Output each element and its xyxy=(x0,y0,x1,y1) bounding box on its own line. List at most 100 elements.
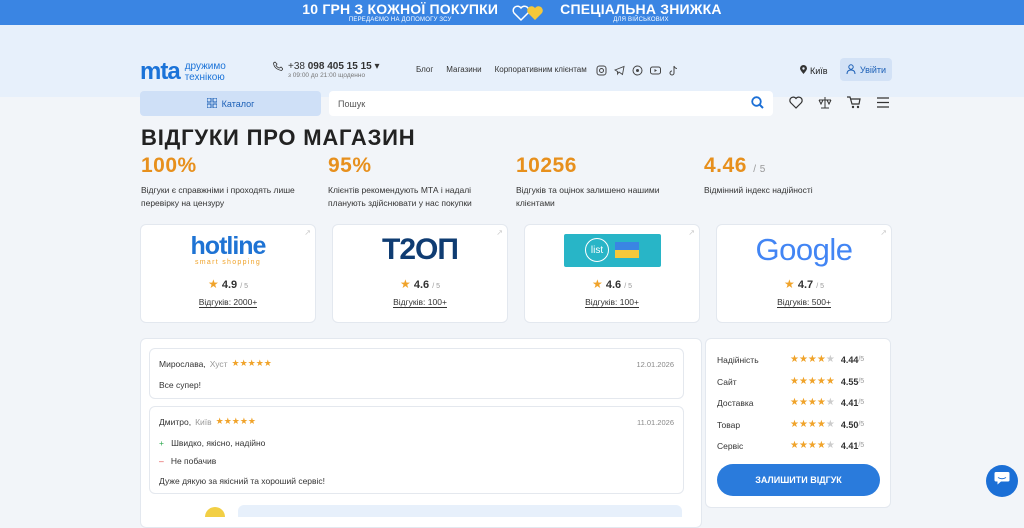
login-label: Увійти xyxy=(859,64,887,75)
rating-value: 4.7 xyxy=(797,279,814,291)
ukraine-flag-icon xyxy=(615,242,639,258)
telegram-icon[interactable] xyxy=(613,63,625,76)
score-row: Надійність ★★★★★ 4.44/5 xyxy=(717,354,882,365)
city-selector[interactable]: Київ xyxy=(800,65,828,76)
viber-icon[interactable] xyxy=(632,63,643,76)
logo-mark: mta xyxy=(140,58,181,85)
score-max: /5 xyxy=(858,421,865,428)
review-stars: ★★★★★ xyxy=(231,358,272,368)
promo-right-title: СПЕЦІАЛЬНА ЗНИЖКА xyxy=(560,1,722,17)
reviews-count-link[interactable]: Відгуків: 100+ xyxy=(585,297,639,308)
platform-rating: ★ 4.6 / 5 xyxy=(525,277,699,291)
social-links xyxy=(596,63,679,76)
platform-rating: ★ 4.7 / 5 xyxy=(717,277,891,291)
stat-reliability: 4.46 / 5 Відмінний індекс надійності xyxy=(704,154,879,197)
phone-number[interactable]: 098 405 15 15 xyxy=(308,61,372,72)
promo-left: 10 ГРН З КОЖНОЇ ПОКУПКИ ПЕРЕДАЄМО НА ДОП… xyxy=(302,2,498,23)
stat-description: Відмінний індекс надійності xyxy=(704,185,813,195)
review-cons: Не побачив xyxy=(170,456,217,466)
platform-rating: ★ 4.6 / 5 xyxy=(333,277,507,291)
t2op-logo: Т2ОП xyxy=(333,225,507,275)
score-stars: ★★★★★ xyxy=(790,354,835,365)
score-stars: ★★★★★ xyxy=(790,419,835,430)
review-text: Дуже дякую за якісний та хороший сервіс! xyxy=(159,476,326,486)
score-value: 4.41 xyxy=(840,397,859,408)
score-value: 4.55 xyxy=(840,376,859,387)
page-title: ВІДГУКИ ПРО МАГАЗИН xyxy=(141,125,416,150)
platform-card-t2op[interactable]: ↗ Т2ОП ★ 4.6 / 5 Відгуків: 100+ xyxy=(332,224,508,323)
rating-max: / 5 xyxy=(432,283,440,290)
search-icon[interactable] xyxy=(751,96,764,111)
score-row: Товар ★★★★★ 4.50/5 xyxy=(717,419,882,430)
score-value: 4.50 xyxy=(840,419,859,430)
review-author: Мирослава, xyxy=(159,358,206,369)
score-stars: ★★★★★ xyxy=(790,376,835,387)
search-input[interactable]: Пошук xyxy=(329,91,773,116)
score-max: /5 xyxy=(858,356,865,363)
nav-corporate[interactable]: Корпоративним клієнтам xyxy=(495,65,587,74)
promo-left-subtitle: ПЕРЕДАЄМО НА ДОПОМОГУ ЗСУ xyxy=(348,17,452,23)
phone-prefix: +38 xyxy=(288,61,305,72)
chat-button[interactable] xyxy=(986,465,1018,497)
menu-icon[interactable] xyxy=(876,96,892,110)
review-pros: Швидко, якісно, надійно xyxy=(171,438,266,448)
instagram-icon[interactable] xyxy=(596,63,607,76)
grid-icon xyxy=(206,97,218,110)
promo-banner[interactable]: 10 ГРН З КОЖНОЇ ПОКУПКИ ПЕРЕДАЄМО НА ДОП… xyxy=(0,0,1024,25)
reviews-count-link[interactable]: Відгуків: 500+ xyxy=(777,297,831,308)
platform-card-hotline[interactable]: ↗ hotline smart shopping ★ 4.9 / 5 Відгу… xyxy=(140,224,316,323)
stat-authentic: 100% Відгуки є справжніми і проходять ли… xyxy=(141,154,316,210)
working-hours: з 09:00 до 21:00 щоденно xyxy=(288,72,366,79)
score-row: Сайт ★★★★★ 4.55/5 xyxy=(717,376,882,387)
hotline-logo: hotline smart shopping xyxy=(141,225,315,275)
external-link-icon: ↗ xyxy=(496,228,503,237)
review-stars: ★★★★★ xyxy=(215,416,256,426)
star-icon: ★ xyxy=(784,277,795,291)
review-city: Хуст xyxy=(209,358,228,369)
t2op-logo-text: Т2ОП xyxy=(382,233,459,266)
youtube-icon[interactable] xyxy=(650,63,661,75)
stat-description: Клієнтів рекомендують МТА і надалі плану… xyxy=(328,185,472,208)
site-header: mta дружимо технікою +38 098 405 15 15 ▾… xyxy=(0,25,1024,116)
catalog-label: Каталог xyxy=(221,98,255,109)
logo-tagline-1: дружимо xyxy=(184,61,226,72)
scores-panel: Надійність ★★★★★ 4.44/5 Сайт ★★★★★ 4.55/… xyxy=(705,338,891,508)
list-logo-text: list xyxy=(585,238,609,262)
star-icon: ★ xyxy=(400,277,411,291)
top-nav: Блог Магазини Корпоративним клієнтам xyxy=(416,65,587,74)
stat-value: 10256 xyxy=(516,154,577,177)
platform-card-list[interactable]: ↗ list ★ 4.6 / 5 Відгуків: 100+ xyxy=(524,224,700,323)
location-pin-icon xyxy=(800,65,807,76)
tiktok-icon[interactable] xyxy=(668,63,679,76)
logo-tagline: дружимо технікою xyxy=(185,61,226,83)
nav-stores[interactable]: Магазини xyxy=(446,65,481,74)
login-button[interactable]: Увійти xyxy=(840,58,892,81)
compare-icon[interactable] xyxy=(818,96,834,110)
chevron-down-icon[interactable]: ▾ xyxy=(374,61,379,72)
site-logo[interactable]: mta дружимо технікою xyxy=(140,58,226,86)
score-row: Доставка ★★★★★ 4.41/5 xyxy=(717,397,882,408)
stat-description: Відгуків та оцінок залишено нашими клієн… xyxy=(516,185,660,208)
stat-value: 95% xyxy=(328,154,372,177)
review-date: 11.01.2026 xyxy=(637,418,674,427)
leave-review-button[interactable]: ЗАЛИШИТИ ВІДГУК xyxy=(717,464,880,496)
heart-icon[interactable] xyxy=(789,96,805,110)
review-card: Мирослава, Хуст ★★★★★ 12.01.2026 Все суп… xyxy=(149,348,684,399)
reviews-count-link[interactable]: Відгуків: 100+ xyxy=(393,297,447,308)
nav-blog[interactable]: Блог xyxy=(416,65,433,74)
reviews-count-link[interactable]: Відгуків: 2000+ xyxy=(198,297,258,308)
star-icon: ★ xyxy=(592,277,603,291)
plus-icon: + xyxy=(159,438,164,448)
score-label: Доставка xyxy=(717,397,754,408)
star-icon: ★ xyxy=(208,277,219,291)
catalog-button[interactable]: Каталог xyxy=(140,91,321,116)
hotline-logo-text: hotline xyxy=(190,232,267,260)
external-link-icon: ↗ xyxy=(880,228,887,237)
phone-block[interactable]: +38 098 405 15 15 ▾ з 09:00 до 21:00 щод… xyxy=(273,61,380,79)
promo-right-subtitle: ДЛЯ ВІЙСЬКОВИХ xyxy=(613,17,669,23)
review-city: Київ xyxy=(195,416,212,427)
search-placeholder: Пошук xyxy=(338,98,366,109)
cart-icon[interactable] xyxy=(847,96,863,110)
platform-card-google[interactable]: ↗ Google ★ 4.7 / 5 Відгуків: 500+ xyxy=(716,224,892,323)
logo-tagline-2: технікою xyxy=(184,72,225,83)
